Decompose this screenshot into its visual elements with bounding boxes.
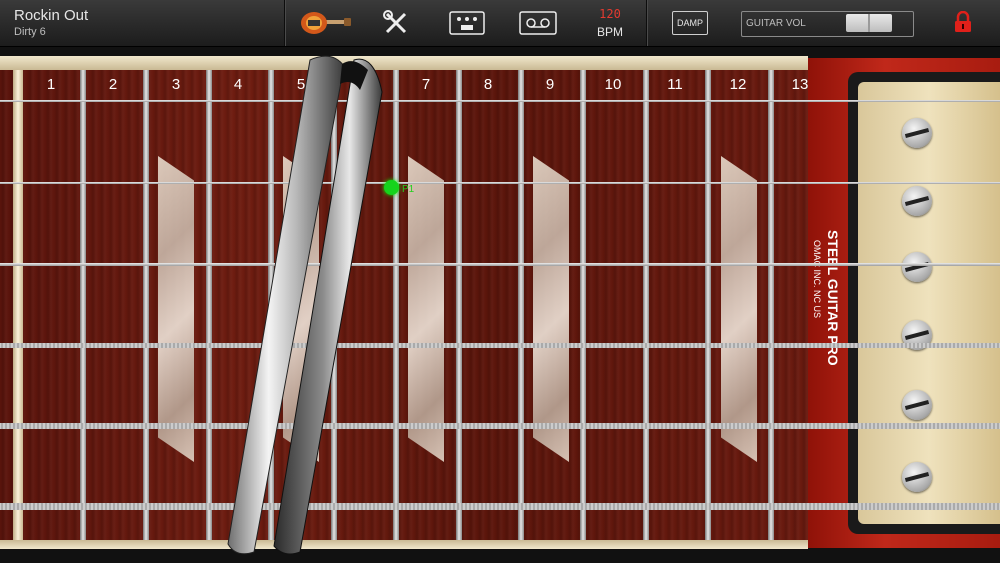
steel-bar[interactable]: [222, 52, 392, 556]
fret-wire: [705, 70, 711, 540]
fret-wire: [206, 70, 212, 540]
preset-title: Rockin Out: [14, 7, 89, 24]
lock-icon: [955, 10, 971, 32]
fret-number-9: 9: [545, 76, 555, 93]
fret-wire: [393, 70, 399, 540]
cassette-icon: [519, 11, 557, 35]
fret-number-3: 3: [171, 76, 181, 93]
settings-button[interactable]: [380, 4, 412, 42]
string-6[interactable]: [0, 503, 1000, 510]
fretboard[interactable]: [0, 56, 808, 546]
nut: [13, 70, 23, 540]
fret-number-1: 1: [46, 76, 56, 93]
fret-wire: [643, 70, 649, 540]
fret-wire: [518, 70, 524, 540]
fret-number-7: 7: [421, 76, 431, 93]
fret-wire: [456, 70, 462, 540]
volume-label: GUITAR VOL: [746, 18, 806, 29]
fret-wire: [80, 70, 86, 540]
pickup-cover: [858, 82, 1000, 524]
inlay-9: [533, 156, 569, 462]
inlay-7: [408, 156, 444, 462]
string-3[interactable]: [0, 263, 1000, 266]
fret-number-8: 8: [483, 76, 493, 93]
guitar-button[interactable]: [300, 4, 352, 42]
string-5[interactable]: [0, 423, 1000, 429]
bpm-label: BPM: [596, 25, 623, 39]
toolbar-divider: [646, 0, 647, 46]
string-1[interactable]: [0, 100, 1000, 102]
guitar-volume-slider[interactable]: GUITAR VOL: [741, 11, 914, 37]
inlay-3: [158, 156, 194, 462]
pickup-screw: [902, 252, 932, 282]
fretboard-binding-top: [0, 56, 808, 70]
inlay-12: [721, 156, 757, 462]
preset-selector[interactable]: Rockin Out Dirty 6: [0, 0, 284, 46]
pickup-screw: [902, 118, 932, 148]
fretboard-binding-bottom: [0, 540, 808, 549]
pickup-screw: [902, 186, 932, 216]
damp-button[interactable]: DAMP: [672, 11, 708, 35]
guitar-icon: [301, 12, 351, 34]
lock-button[interactable]: [954, 10, 972, 33]
fret-wire: [143, 70, 149, 540]
stompbox-icon: [449, 11, 485, 35]
preset-subtitle: Dirty 6: [14, 26, 46, 38]
top-toolbar: Rockin Out Dirty 6 120 BPM DAMP GUITAR V…: [0, 0, 1000, 47]
position-marker-label: P1: [402, 184, 415, 195]
bpm-value[interactable]: 120: [592, 7, 628, 21]
fret-wire: [768, 70, 774, 540]
fret-wire: [580, 70, 586, 540]
volume-slider-handle[interactable]: [846, 14, 892, 32]
tools-icon: [383, 10, 407, 34]
pickup-brand-label: STEEL GUITAR PRO OMAC INC. NC US: [812, 230, 841, 366]
recorder-button[interactable]: [518, 4, 558, 42]
pickup-screw: [902, 462, 932, 492]
fret-number-2: 2: [108, 76, 118, 93]
fret-number-11: 11: [667, 76, 683, 93]
fret-number-12: 12: [729, 76, 747, 93]
effects-button[interactable]: [448, 4, 486, 42]
string-2[interactable]: [0, 182, 1000, 184]
toolbar-divider: [284, 0, 285, 46]
string-4[interactable]: [0, 343, 1000, 348]
svg-text:OMAC INC. NC US: OMAC INC. NC US: [812, 240, 822, 318]
fret-number-10: 10: [604, 76, 622, 93]
pickup-screw: [902, 390, 932, 420]
